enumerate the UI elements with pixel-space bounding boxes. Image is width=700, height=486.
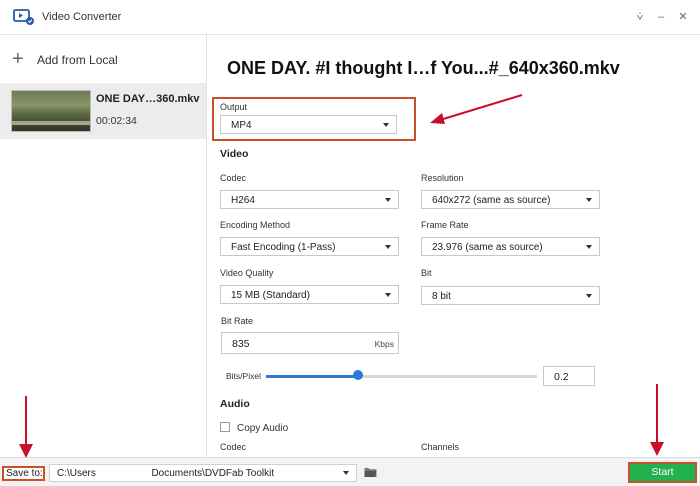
save-to-label: Save to: [2, 466, 45, 481]
file-name: ONE DAY…360.mkv [96, 93, 200, 105]
chevron-down-icon [383, 123, 389, 127]
video-quality-value: 15 MB (Standard) [231, 290, 310, 301]
bit-rate-value: 835 [232, 338, 250, 350]
folder-icon[interactable] [364, 466, 377, 478]
codec-value: H264 [231, 195, 255, 206]
chevron-down-icon [385, 245, 391, 249]
resolution-value: 640x272 (same as source) [432, 195, 551, 206]
channels-label: Channels [421, 442, 460, 452]
output-format-select[interactable]: MP4 [220, 115, 397, 134]
codec-label: Codec [220, 173, 247, 183]
codec-select[interactable]: H264 [220, 190, 399, 209]
slider-fill [266, 375, 359, 378]
encoding-method-select[interactable]: Fast Encoding (1-Pass) [220, 237, 399, 256]
app-logo-icon [13, 9, 34, 25]
chevron-down-icon [586, 198, 592, 202]
video-section-heading: Video [220, 148, 249, 160]
video-quality-label: Video Quality [220, 268, 274, 278]
annotation-arrow-start [650, 384, 664, 456]
save-path-value: C:\Users Documents\DVDFab Toolkit [57, 468, 275, 479]
bits-per-pixel-input[interactable]: 0.2 [543, 366, 595, 386]
audio-codec-label: Codec [220, 442, 247, 452]
chevron-down-icon [385, 293, 391, 297]
output-label: Output [220, 102, 248, 112]
copy-audio-checkbox[interactable] [220, 422, 230, 432]
chevron-down-icon [343, 471, 349, 475]
menu-icon[interactable]: ⩒ [633, 10, 647, 24]
add-from-local-label: Add from Local [37, 53, 118, 67]
video-quality-select[interactable]: 15 MB (Standard) [220, 285, 399, 304]
annotation-arrow-output [430, 94, 523, 124]
annotation-arrow-save-to [19, 396, 33, 458]
page-title: ONE DAY. #I thought I…f You...#_640x360.… [227, 58, 620, 78]
start-button[interactable]: Start [628, 462, 697, 483]
bit-depth-select[interactable]: 8 bit [421, 286, 600, 305]
resolution-select[interactable]: 640x272 (same as source) [421, 190, 600, 209]
minimize-button[interactable]: – [654, 10, 668, 24]
bit-rate-label: Bit Rate [221, 316, 254, 326]
bottom-bar: Save to: C:\Users Documents\DVDFab Toolk… [0, 457, 700, 486]
frame-rate-label: Frame Rate [421, 220, 469, 230]
bits-per-pixel-label: Bits/Pixel [226, 371, 261, 381]
chevron-down-icon [586, 245, 592, 249]
frame-rate-value: 23.976 (same as source) [432, 242, 543, 253]
save-path-select[interactable]: C:\Users Documents\DVDFab Toolkit [49, 464, 357, 482]
chevron-down-icon [586, 294, 592, 298]
copy-audio-label: Copy Audio [237, 423, 289, 434]
bit-label: Bit [421, 268, 432, 278]
slider-handle[interactable] [353, 370, 364, 380]
file-duration: 00:02:34 [96, 115, 137, 127]
output-format-value: MP4 [231, 120, 252, 131]
video-thumbnail [11, 90, 91, 132]
bits-per-pixel-slider[interactable] [266, 375, 537, 378]
encoding-method-label: Encoding Method [220, 220, 291, 230]
title-bar: Video Converter ⩒ – ✕ [0, 0, 700, 35]
bit-rate-input[interactable]: 835 Kbps [221, 332, 399, 354]
encoding-method-value: Fast Encoding (1-Pass) [231, 242, 336, 253]
bits-per-pixel-value: 0.2 [554, 371, 569, 383]
resolution-label: Resolution [421, 173, 464, 183]
frame-rate-select[interactable]: 23.976 (same as source) [421, 237, 600, 256]
audio-section-heading: Audio [220, 398, 250, 410]
bit-rate-unit: Kbps [374, 339, 394, 349]
chevron-down-icon [385, 198, 391, 202]
plus-icon: + [12, 48, 24, 70]
file-list-item[interactable]: ONE DAY…360.mkv 00:02:34 [0, 83, 206, 139]
window-title: Video Converter [42, 11, 122, 23]
thumbnail-strip [12, 121, 90, 125]
close-button[interactable]: ✕ [676, 10, 690, 24]
bit-depth-value: 8 bit [432, 291, 451, 302]
